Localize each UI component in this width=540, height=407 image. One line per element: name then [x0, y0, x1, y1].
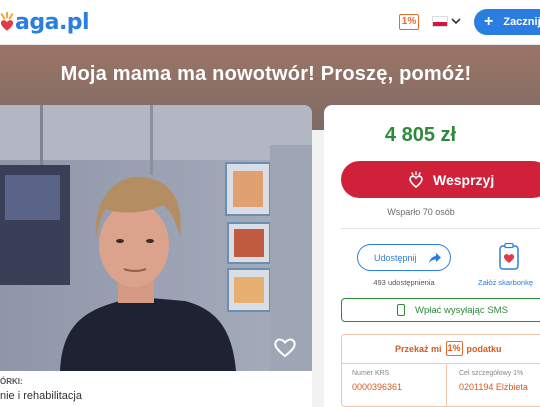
- campaign-photo: [0, 105, 312, 371]
- page-title: Moja mama ma nowotwór! Proszę, pomóż!: [60, 63, 472, 85]
- share-button-label: Udostępnij: [374, 252, 417, 263]
- phone-icon: [397, 304, 405, 316]
- support-button[interactable]: Wesprzyj: [341, 161, 540, 198]
- tax-divider: [446, 364, 447, 407]
- share-button[interactable]: Udostępnij: [357, 244, 451, 271]
- polish-flag-icon[interactable]: [432, 16, 448, 27]
- share-arrow-icon: [428, 252, 441, 263]
- site-logo[interactable]: aga.pl: [0, 8, 90, 36]
- piggybank-icon[interactable]: [497, 243, 521, 271]
- divider: [341, 228, 540, 229]
- hand-heart-icon: [409, 170, 423, 188]
- sms-button-label: Wpłać wysyłając SMS: [415, 304, 508, 316]
- tax-heading-suffix: podatku: [466, 343, 502, 354]
- favorite-heart-icon[interactable]: [271, 333, 299, 361]
- start-fundraiser-label: Zacznij zb: [503, 16, 540, 28]
- raised-amount: 4 805 zł: [384, 124, 457, 146]
- heart-logo-icon: [0, 12, 14, 31]
- start-fundraiser-button[interactable]: + Zacznij zb: [474, 9, 540, 35]
- chevron-down-icon[interactable]: [451, 13, 461, 29]
- category-value[interactable]: nie i rehabilitacja: [0, 390, 82, 402]
- sms-donation-button[interactable]: Wpłać wysyłając SMS: [341, 298, 540, 322]
- krs-value[interactable]: 0000396361: [352, 382, 402, 392]
- supporters-count: Wsparło 70 osób: [387, 207, 455, 217]
- krs-label: Numer KRS: [352, 370, 390, 377]
- create-piggybank-link[interactable]: Załóż skarbonkę: [478, 278, 533, 287]
- tax-percent-badge-small: 1%: [445, 341, 463, 356]
- plus-icon: +: [484, 13, 494, 30]
- goal-label: Cel szczegółowy 1%: [459, 370, 524, 377]
- logo-text: aga.pl: [15, 9, 90, 35]
- tax-heading: Przekaż mi 1% podatku: [341, 334, 540, 364]
- goal-value[interactable]: 0201194 Elżbieta: [459, 382, 528, 392]
- tax-percent-badge[interactable]: 1%: [399, 14, 419, 30]
- share-count: 493 udostępnienia: [373, 278, 435, 287]
- support-button-label: Wesprzyj: [433, 171, 495, 188]
- category-label: ÓRKI:: [0, 377, 23, 386]
- tax-heading-prefix: Przekaż mi: [395, 343, 442, 354]
- portrait-image: [0, 105, 312, 371]
